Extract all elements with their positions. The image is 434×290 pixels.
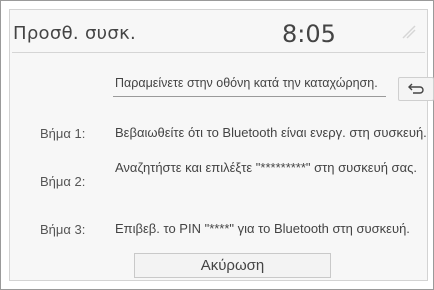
step-3-label: Βήμα 3: [40,222,86,237]
screen-title: Προσθ. συσκ. [13,23,136,44]
instruction-message: Παραμείνετε στην οθόνη κατά την καταχώρη… [115,76,378,90]
header-divider [12,52,425,53]
cancel-button[interactable]: Ακύρωση [134,253,331,278]
step-1-label: Βήμα 1: [40,126,86,141]
display-frame: Προσθ. συσκ. 8:05 Παραμείνετε στην οθόνη… [0,0,434,290]
back-button[interactable] [398,77,434,101]
step-1-text: Βεβαιωθείτε ότι το Bluetooth είναι ενεργ… [115,125,427,140]
add-device-screen: Προσθ. συσκ. 8:05 Παραμείνετε στην οθόνη… [9,9,434,281]
message-underline [113,96,386,97]
step-2-label: Βήμα 2: [40,174,86,189]
step-2-text: Αναζητήστε και επιλέξτε "*********" στη … [115,160,417,175]
clock: 8:05 [282,20,336,48]
step-3-text: Επιβεβ. το PIN "****" για το Bluetooth σ… [115,221,410,236]
status-icon [402,24,416,39]
back-arrow-icon [408,83,424,94]
